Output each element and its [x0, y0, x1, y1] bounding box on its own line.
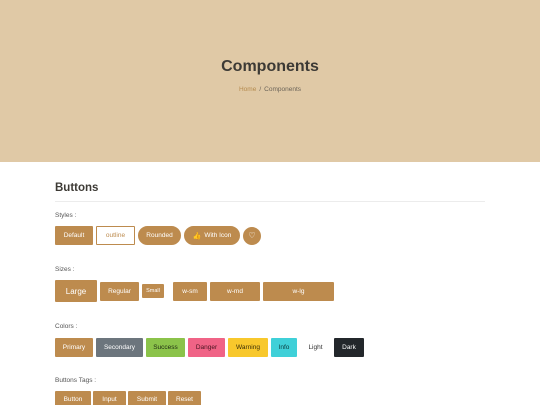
input-tag-button[interactable]: Input [93, 391, 126, 405]
styles-button-group: Default outline Rounded 👍 With Icon ♡ [55, 226, 264, 245]
light-button[interactable]: Light [300, 338, 331, 357]
outline-button[interactable]: outline [96, 226, 135, 245]
thumbs-up-icon: 👍 [192, 232, 202, 240]
colors-button-group: Primary Secondary Success Danger Warning… [55, 338, 367, 357]
danger-button[interactable]: Danger [188, 338, 225, 357]
heart-button[interactable]: ♡ [243, 226, 261, 245]
page-header: Components Home / Components [0, 0, 540, 162]
secondary-button[interactable]: Secondary [96, 338, 143, 357]
large-button[interactable]: Large [55, 280, 97, 302]
breadcrumb-home-link[interactable]: Home [239, 86, 256, 93]
with-icon-button[interactable]: 👍 With Icon [184, 226, 240, 245]
section-divider [55, 201, 485, 202]
breadcrumb-current: Components [264, 86, 301, 93]
sizes-button-group: Large Regular Small w-sm w-md w-lg [55, 280, 337, 302]
reset-tag-button[interactable]: Reset [168, 391, 201, 405]
colors-label: Colors : [55, 323, 78, 330]
w-lg-button[interactable]: w-lg [263, 281, 334, 301]
rounded-button[interactable]: Rounded [138, 226, 181, 245]
regular-button[interactable]: Regular [100, 281, 139, 301]
button-tags-label: Buttons Tags : [55, 377, 97, 384]
section-title: Buttons [55, 182, 99, 194]
primary-button[interactable]: Primary [55, 338, 93, 357]
w-md-button[interactable]: w-md [210, 281, 260, 301]
small-button[interactable]: Small [142, 284, 164, 298]
submit-tag-button[interactable]: Submit [128, 391, 166, 405]
breadcrumb-separator: / [259, 86, 262, 93]
sizes-label: Sizes : [55, 266, 75, 273]
warning-button[interactable]: Warning [228, 338, 268, 357]
styles-label: Styles : [55, 212, 77, 219]
info-button[interactable]: Info [271, 338, 297, 357]
dark-button[interactable]: Dark [334, 338, 364, 357]
w-sm-button[interactable]: w-sm [173, 281, 207, 301]
button-tag-button[interactable]: Button [55, 391, 91, 405]
heart-icon: ♡ [248, 231, 256, 240]
breadcrumb: Home / Components [0, 86, 540, 93]
with-icon-label: With Icon [204, 232, 232, 239]
success-button[interactable]: Success [146, 338, 185, 357]
default-button[interactable]: Default [55, 226, 93, 245]
button-tags-group: Button Input Submit Reset [55, 391, 203, 405]
page-title: Components [221, 58, 319, 75]
